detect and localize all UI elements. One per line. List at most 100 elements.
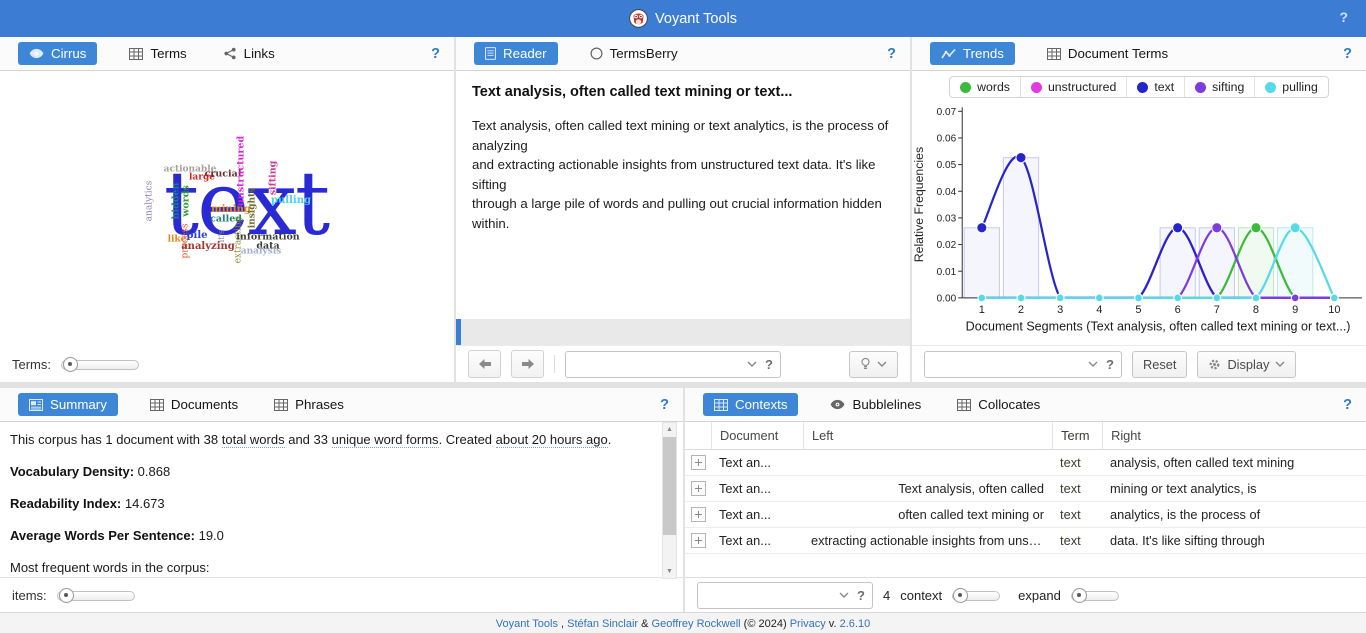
reader-panel: Reader TermsBerry? Text analysis, often c… (456, 37, 910, 382)
reader-search-combo[interactable]: ? (565, 351, 781, 378)
tab-document-terms[interactable]: Document Terms (1043, 42, 1172, 65)
tab-termsberry[interactable]: TermsBerry (586, 42, 682, 65)
legend-dot (1195, 82, 1206, 93)
footer-link[interactable]: Privacy (790, 618, 826, 630)
trends-search-combo[interactable]: ? (924, 351, 1122, 378)
column-header-right[interactable]: Right (1102, 422, 1366, 449)
tab-bubblelines[interactable]: Bubblelines (826, 393, 925, 416)
cell-term: text (1052, 455, 1102, 470)
chevron-down-icon (1275, 361, 1285, 367)
expand-size-slider[interactable] (1071, 588, 1119, 602)
footer-link[interactable]: Stéfan Sinclair (567, 618, 638, 630)
grid-icon (129, 48, 143, 60)
legend-item-unstructured[interactable]: unstructured (1020, 77, 1126, 97)
column-header-document[interactable]: Document (711, 422, 803, 449)
search-help-icon[interactable]: ? (765, 357, 773, 372)
tab-reader[interactable]: Reader (474, 42, 558, 65)
cell-left: often called text mining or (803, 507, 1052, 522)
legend-item-text[interactable]: text (1126, 77, 1184, 97)
scroll-down-button[interactable]: ▼ (663, 565, 676, 578)
footer-link[interactable]: Geoffrey Rockwell (652, 618, 741, 630)
summary-scrollbar[interactable]: ▲ ▼ (662, 422, 677, 579)
cirrus-help-icon[interactable]: ? (431, 46, 440, 62)
svg-text:0.03: 0.03 (937, 213, 957, 224)
reader-text-area[interactable]: Text analysis, often called text mining … (456, 71, 910, 319)
tab-phrases[interactable]: Phrases (270, 393, 348, 416)
footer-link[interactable]: 2.6.10 (840, 618, 871, 630)
cloud-word[interactable]: insights (249, 188, 258, 229)
summary-term-link[interactable]: unique word forms (332, 432, 439, 448)
cloud-word[interactable]: analyzing (181, 242, 235, 252)
context-row[interactable]: Text an...Text analysis, often calledtex… (685, 476, 1366, 502)
footer-link[interactable]: Voyant Tools (496, 618, 558, 630)
context-slider-label: context (900, 588, 942, 603)
document-body: Text analysis, often called text mining … (472, 116, 894, 233)
cloud-word[interactable]: unstructured (236, 136, 246, 206)
expand-plus-icon[interactable] (691, 455, 706, 470)
expand-plus-icon[interactable] (691, 533, 706, 548)
trends-chart[interactable]: 0.000.010.020.030.040.050.060.0712345678… (912, 99, 1366, 345)
voyant-owl-logo-icon (629, 9, 648, 28)
svg-text:1: 1 (979, 304, 985, 316)
scrollbar-thumb[interactable] (663, 437, 676, 535)
stat-label: Readability Index: (10, 496, 121, 511)
reset-button[interactable]: Reset (1132, 351, 1187, 378)
expand-column-header (685, 422, 711, 449)
cloud-word[interactable]: analytics (146, 181, 155, 222)
search-help-icon[interactable]: ? (857, 588, 865, 603)
expand-plus-icon[interactable] (691, 507, 706, 522)
app-help-icon[interactable]: ? (1339, 9, 1348, 25)
tab-links[interactable]: Links (219, 42, 279, 65)
slider-thumb[interactable] (1072, 588, 1087, 603)
column-header-left[interactable]: Left (803, 422, 1052, 449)
trends-help-icon[interactable]: ? (1343, 46, 1352, 62)
context-row[interactable]: Text an...often called text mining ortex… (685, 502, 1366, 528)
cell-right: analysis, often called text mining (1102, 455, 1366, 470)
display-button[interactable]: Display (1197, 351, 1296, 378)
tab-trends[interactable]: Trends (930, 42, 1015, 65)
context-size-slider[interactable] (952, 588, 1000, 602)
prev-document-button[interactable] (468, 350, 501, 378)
cloud-word[interactable]: analysis (241, 248, 281, 257)
slider-thumb[interactable] (59, 588, 74, 603)
cloud-word[interactable]: sifting (268, 161, 278, 196)
scroll-up-button[interactable]: ▲ (663, 423, 676, 436)
summary-term-link[interactable]: total words (222, 432, 285, 448)
legend-item-sifting[interactable]: sifting (1184, 77, 1254, 97)
slider-thumb[interactable] (63, 357, 78, 372)
column-header-term[interactable]: Term (1052, 422, 1102, 449)
context-row[interactable]: Text an...textanalysis, often called tex… (685, 450, 1366, 476)
summary-term-link[interactable]: about 20 hours ago (496, 432, 608, 448)
tab-terms[interactable]: Terms (125, 42, 190, 65)
tab-contexts[interactable]: Contexts (703, 393, 798, 416)
cloud-word[interactable]: words (181, 185, 191, 217)
tab-collocates[interactable]: Collocates (953, 393, 1044, 416)
reader-help-icon[interactable]: ? (887, 46, 896, 62)
context-row[interactable]: Text an...extracting actionable insights… (685, 528, 1366, 554)
contexts-help-icon[interactable]: ? (1343, 397, 1352, 413)
tab-cirrus[interactable]: Cirrus (18, 42, 97, 65)
tab-summary[interactable]: Summary (18, 393, 118, 416)
legend-item-pulling[interactable]: pulling (1254, 77, 1328, 97)
cloud-word[interactable]: pulling (271, 196, 311, 206)
cell-right: data. It's like sifting through (1102, 533, 1366, 548)
document-text-line: through a large pile of words and pullin… (472, 194, 894, 214)
reader-position-marker[interactable] (456, 319, 461, 345)
next-document-button[interactable] (511, 350, 544, 378)
items-count-slider[interactable] (57, 588, 135, 602)
reader-progress-bar[interactable] (456, 319, 910, 345)
search-help-icon[interactable]: ? (1106, 357, 1114, 372)
legend-row: wordsunstructuredtextsiftingpulling (912, 71, 1366, 99)
summary-stat: Average Words Per Sentence: 19.0 (10, 527, 653, 545)
legend-item-words[interactable]: words (950, 77, 1020, 97)
svg-text:6: 6 (1175, 304, 1181, 316)
highlight-options-button[interactable] (849, 351, 898, 378)
contexts-search-combo[interactable]: ? (697, 582, 873, 609)
summary-help-icon[interactable]: ? (660, 397, 669, 413)
expand-plus-icon[interactable] (691, 481, 706, 496)
legend-dot (960, 82, 971, 93)
footer-text: , (558, 618, 567, 630)
tab-documents[interactable]: Documents (146, 393, 242, 416)
cirrus-word-cloud: textactionablelargecrucialunstructuredsi… (0, 71, 454, 346)
terms-count-slider[interactable] (61, 357, 139, 371)
